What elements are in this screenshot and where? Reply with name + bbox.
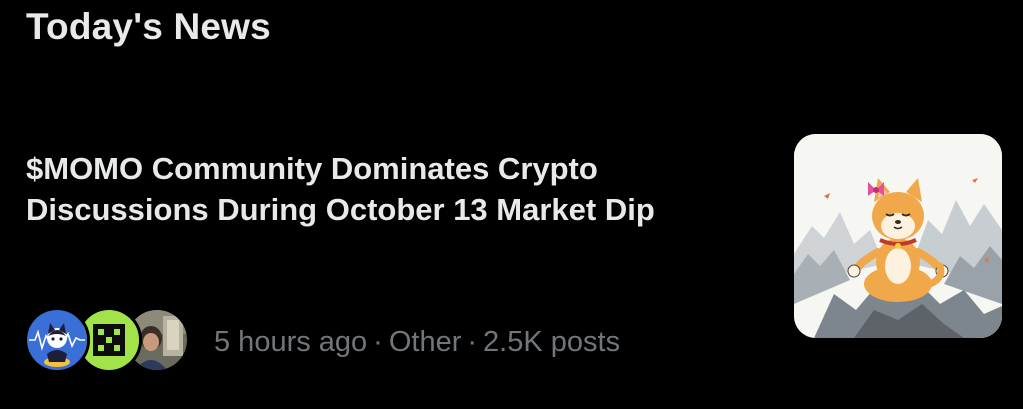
meditating-dog-mascot-icon <box>794 134 1002 338</box>
section-title: Today's News <box>26 6 271 47</box>
news-meta: 5 hours ago · Other · 2.5K posts <box>214 326 620 359</box>
category-label: Other <box>388 325 462 358</box>
avatar-stack[interactable] <box>24 304 192 380</box>
post-count: 2.5K posts <box>483 325 621 358</box>
news-thumbnail[interactable] <box>794 134 1002 338</box>
separator-dot: · <box>373 325 383 358</box>
separator-dot: · <box>467 325 478 358</box>
time-ago: 5 hours ago <box>214 325 368 358</box>
news-meta-row: 5 hours ago · Other · 2.5K posts <box>24 304 744 380</box>
news-item[interactable]: $MOMO Community Dominates Crypto Discuss… <box>0 120 1023 400</box>
news-headline[interactable]: $MOMO Community Dominates Crypto Discuss… <box>26 148 766 230</box>
avatar[interactable] <box>24 307 90 373</box>
cat-avatar-icon <box>27 310 87 370</box>
